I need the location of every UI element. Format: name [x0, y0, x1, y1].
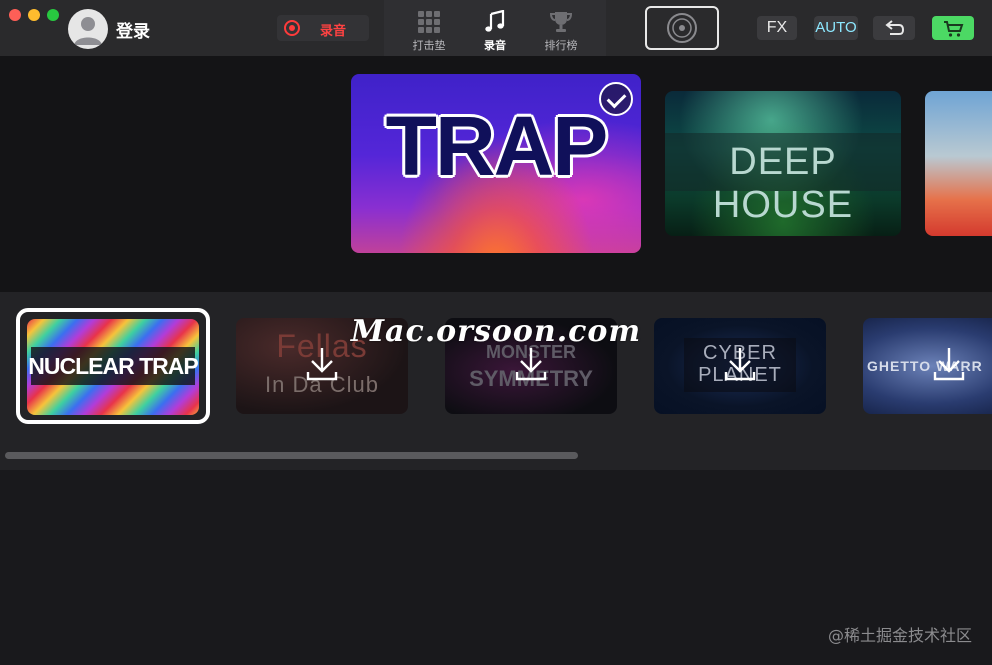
- download-icon[interactable]: [515, 346, 547, 382]
- download-icon[interactable]: [306, 346, 338, 382]
- download-icon[interactable]: [724, 346, 756, 382]
- pack-title: GHETTO WARR: [867, 358, 983, 374]
- pack-title: NUCLEAR TRAP: [28, 353, 198, 379]
- genre-carousel[interactable]: TRAP DEEP HOUSE: [0, 56, 992, 340]
- tab-pads[interactable]: 打击垫: [396, 0, 462, 56]
- record-button[interactable]: 录音: [277, 15, 369, 41]
- fx-button[interactable]: FX: [757, 16, 797, 40]
- undo-icon: [885, 20, 905, 35]
- undo-button[interactable]: [873, 16, 915, 40]
- grid-icon: [418, 11, 440, 33]
- watermark-text: Mac.orsoon.com: [350, 314, 642, 349]
- genre-card-trap[interactable]: TRAP: [351, 74, 641, 253]
- music-note-icon: [485, 10, 505, 32]
- minimize-window-button[interactable]: [28, 9, 40, 21]
- download-icon[interactable]: [933, 346, 965, 382]
- tab-pads-label: 打击垫: [412, 39, 446, 52]
- avatar-icon[interactable]: [68, 9, 108, 49]
- cart-icon: [944, 21, 964, 37]
- record-icon: [284, 20, 300, 36]
- genre-card-title: DEEP HOUSE: [712, 141, 854, 226]
- record-label: 录音: [320, 24, 347, 39]
- auto-button[interactable]: AUTO: [814, 16, 858, 40]
- close-window-button[interactable]: [9, 9, 21, 21]
- tab-record-label: 录音: [484, 39, 506, 52]
- genre-card-next[interactable]: [925, 91, 992, 236]
- login-button[interactable]: 登录: [116, 17, 150, 42]
- main-nav: 打击垫 录音 排行榜: [384, 0, 606, 56]
- pack-scrollbar[interactable]: [5, 452, 578, 459]
- credit-text: @稀土掘金技术社区: [827, 626, 972, 645]
- cart-button[interactable]: [932, 16, 974, 40]
- vinyl-button[interactable]: [645, 6, 719, 50]
- trophy-icon: [549, 12, 573, 32]
- tab-record[interactable]: 录音: [462, 0, 528, 56]
- genre-card-title: TRAP: [385, 99, 609, 193]
- vinyl-record-icon: [667, 13, 697, 43]
- zoom-window-button[interactable]: [47, 9, 59, 21]
- tab-leaderboard[interactable]: 排行榜: [528, 0, 594, 56]
- selected-check-icon: [599, 82, 633, 116]
- tab-leaderboard-label: 排行榜: [544, 39, 578, 52]
- top-toolbar: 登录 录音 打击垫 录音 排行榜 FX AUTO: [0, 0, 992, 56]
- genre-card-deep-house[interactable]: DEEP HOUSE: [665, 91, 901, 236]
